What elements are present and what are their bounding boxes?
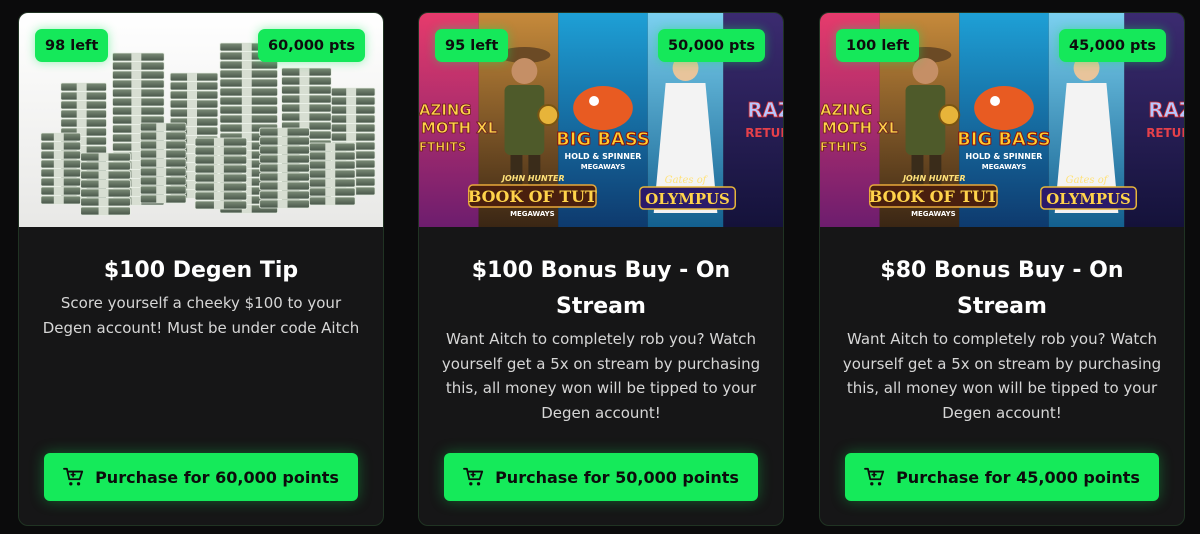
purchase-button-label: Purchase for 45,000 points [896,467,1140,487]
svg-text:RAZ: RAZ [747,98,783,122]
card-description: Want Aitch to completely rob you? Watch … [842,330,1162,422]
purchase-button[interactable]: Purchase for 60,000 points [44,453,358,501]
svg-text:Gates of: Gates of [1066,175,1110,186]
svg-text:MEGAWAYS: MEGAWAYS [982,163,1027,171]
svg-text:OLYMPUS: OLYMPUS [645,190,730,208]
svg-text:MEGAWAYS: MEGAWAYS [510,210,555,218]
card-description: Want Aitch to completely rob you? Watch … [441,330,761,422]
cart-icon [463,467,484,486]
purchase-button[interactable]: Purchase for 45,000 points [845,453,1159,501]
svg-text:BOOK OF TUT: BOOK OF TUT [869,187,998,206]
svg-text:RAZ: RAZ [1148,98,1184,122]
rewards-grid: 98 left 60,000 pts $100 Degen Tip Score … [18,12,1198,534]
stock-badge: 95 left [435,29,509,62]
svg-text:MEGAWAYS: MEGAWAYS [911,210,956,218]
cart-icon [864,467,885,486]
reward-card-bonus-buy-100: AZING MOTH XL FTHITS BIG BASS HOLD & SPI… [418,12,784,526]
purchase-button[interactable]: Purchase for 50,000 points [444,453,758,501]
svg-text:JOHN HUNTER: JOHN HUNTER [500,174,565,183]
card-title: $100 Degen Tip [103,258,299,283]
svg-text:BOOK OF TUT: BOOK OF TUT [468,187,597,206]
svg-text:Gates of: Gates of [665,175,709,186]
reward-card-degen-tip: 98 left 60,000 pts $100 Degen Tip Score … [18,12,384,526]
svg-text:HOLD & SPINNER: HOLD & SPINNER [966,152,1043,161]
card-description: Score yourself a cheeky $100 to your Deg… [42,294,360,337]
card-body: $80 Bonus Buy - On Stream Want Aitch to … [840,253,1164,425]
points-badge: 50,000 pts [658,29,765,62]
card-title: $80 Bonus Buy - On Stream [880,258,1124,319]
card-body: $100 Degen Tip Score yourself a cheeky $… [39,253,363,340]
svg-text:RETUR: RETUR [1146,126,1184,140]
stock-badge: 100 left [836,29,920,62]
svg-text:RETUR: RETUR [745,126,783,140]
svg-text:OLYMPUS: OLYMPUS [1046,190,1131,208]
points-badge: 45,000 pts [1059,29,1166,62]
svg-text:MEGAWAYS: MEGAWAYS [581,163,626,171]
svg-text:HOLD & SPINNER: HOLD & SPINNER [565,152,642,161]
card-title: $100 Bonus Buy - On Stream [471,258,731,319]
svg-text:JOHN HUNTER: JOHN HUNTER [901,174,966,183]
cart-icon [63,467,84,486]
points-badge: 60,000 pts [258,29,365,62]
stock-badge: 98 left [35,29,109,62]
svg-text:BIG BASS: BIG BASS [556,129,650,150]
purchase-button-label: Purchase for 60,000 points [95,467,339,487]
purchase-button-label: Purchase for 50,000 points [495,467,739,487]
svg-text:BIG BASS: BIG BASS [957,129,1051,150]
card-body: $100 Bonus Buy - On Stream Want Aitch to… [439,253,763,425]
reward-card-bonus-buy-80: AZING MOTH XL FTHITS BIG BASS HOLD & SPI… [819,12,1185,526]
